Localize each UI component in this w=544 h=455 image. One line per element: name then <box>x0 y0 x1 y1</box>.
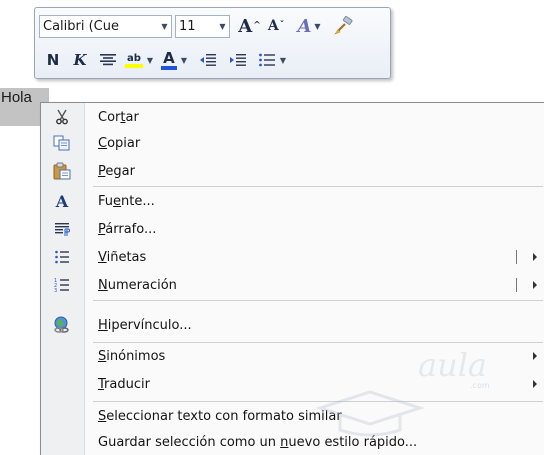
bold-button[interactable]: N <box>39 48 67 72</box>
menu-item-cut[interactable]: Cortar <box>41 104 544 130</box>
chevron-down-icon[interactable]: ▼ <box>280 56 286 65</box>
mini-toolbar-row-1: Calibri (Cue ▼ 11 ▼ A ^ Aˇ A ▼ <box>39 12 359 40</box>
menu-item-paragraph[interactable]: Párrafo... <box>41 216 544 242</box>
chevron-down-icon[interactable]: ▼ <box>216 16 229 37</box>
menu-item-label: Seleccionar texto con formato similar <box>98 408 342 424</box>
format-painter-button[interactable] <box>329 14 359 38</box>
decrease-indent-button[interactable] <box>193 48 223 72</box>
submenu-arrow-icon[interactable] <box>533 281 537 289</box>
menu-item-paste[interactable]: Pegar <box>41 158 544 184</box>
font-color-button[interactable]: A ▼ <box>155 48 193 72</box>
split-divider <box>516 278 517 292</box>
copy-icon <box>47 132 77 154</box>
highlight-button[interactable]: ab ▼ <box>123 48 155 72</box>
menu-item-label: Párrafo... <box>98 221 157 237</box>
styles-icon: A <box>297 15 312 37</box>
font-color-label: A <box>163 48 175 67</box>
paragraph-icon <box>47 218 77 240</box>
increase-indent-button[interactable] <box>223 48 253 72</box>
bullets-icon <box>47 246 77 268</box>
chevron-down-icon[interactable]: ▼ <box>314 21 320 31</box>
menu-item-label: Hipervínculo... <box>98 317 192 333</box>
paste-icon <box>47 160 77 182</box>
menu-separator <box>93 401 543 402</box>
grow-font-button[interactable]: A ^ <box>236 14 263 38</box>
menu-item-save-quick-style[interactable]: Guardar selección como un nuevo estilo r… <box>41 429 544 455</box>
chevron-down-icon[interactable]: ▼ <box>181 56 187 65</box>
font-name-combobox[interactable]: Calibri (Cue ▼ <box>39 14 172 38</box>
styles-button[interactable]: A ▼ <box>289 14 329 38</box>
caret-down-icon: ˇ <box>279 21 285 31</box>
menu-separator <box>93 186 543 187</box>
highlight-icon: ab <box>124 52 143 68</box>
font-size-combobox[interactable]: 11 ▼ <box>175 14 230 38</box>
increase-indent-icon <box>230 54 246 66</box>
menu-item-label: Pegar <box>98 163 135 179</box>
center-align-button[interactable] <box>93 48 123 72</box>
menu-item-label: Fuente... <box>98 193 155 209</box>
bold-label: N <box>46 51 60 69</box>
bullets-button[interactable]: ▼ <box>253 48 291 72</box>
chevron-down-icon[interactable]: ▼ <box>147 56 153 65</box>
decrease-indent-icon <box>200 54 216 66</box>
highlight-label: ab <box>126 52 141 64</box>
font-icon: A <box>55 191 69 211</box>
font-size-value: 11 <box>179 18 196 34</box>
font-color-bar <box>160 65 177 70</box>
menu-item-label: Viñetas <box>98 249 147 265</box>
grow-font-icon: A <box>238 15 253 37</box>
font-name-value: Calibri (Cue <box>43 18 119 34</box>
bullets-icon <box>259 53 275 67</box>
menu-item-font[interactable]: A Fuente... <box>41 188 544 214</box>
menu-item-select-similar-formatting[interactable]: Seleccionar texto con formato similar <box>41 403 544 429</box>
menu-item-label: Numeración <box>98 277 177 293</box>
hyperlink-icon <box>47 314 77 336</box>
format-painter-icon <box>334 16 353 35</box>
menu-item-translate[interactable]: Traducir <box>41 371 544 397</box>
submenu-arrow-icon[interactable] <box>533 253 537 261</box>
split-divider <box>516 250 517 264</box>
shrink-font-icon: A <box>267 18 279 34</box>
menu-item-label: Sinónimos <box>98 348 166 364</box>
font-color-icon: A <box>160 48 177 70</box>
mini-toolbar: Calibri (Cue ▼ 11 ▼ A ^ Aˇ A ▼ N K ab ▼ … <box>34 7 391 79</box>
menu-item-bullets[interactable]: Viñetas <box>41 244 544 270</box>
italic-button[interactable]: K <box>67 48 93 72</box>
menu-item-label: Copiar <box>98 135 141 151</box>
chevron-down-icon[interactable]: ▼ <box>158 16 171 37</box>
menu-item-label: Guardar selección como un nuevo estilo r… <box>98 434 418 450</box>
align-center-icon <box>100 54 116 66</box>
submenu-arrow-icon[interactable] <box>533 380 537 388</box>
caret-up-icon: ^ <box>253 21 261 31</box>
menu-item-numbering[interactable]: 1 2 3 Numeración <box>41 272 544 298</box>
context-menu: Cortar Copiar Pegar A Fuente... Párrafo.… <box>40 102 544 455</box>
italic-label: K <box>73 51 87 69</box>
menu-separator <box>93 300 543 301</box>
menu-item-synonyms[interactable]: Sinónimos <box>41 343 544 369</box>
numbering-icon: 1 2 3 <box>47 274 77 296</box>
watermark-domain: .com <box>470 381 490 390</box>
highlight-color-bar <box>124 63 143 68</box>
scissors-icon <box>47 106 77 128</box>
mini-toolbar-row-2: N K ab ▼ A ▼ ▼ <box>39 46 291 74</box>
menu-item-label: Cortar <box>98 109 139 125</box>
menu-item-label: Traducir <box>98 376 150 392</box>
submenu-arrow-icon[interactable] <box>533 352 537 360</box>
menu-item-copy[interactable]: Copiar <box>41 130 544 156</box>
shrink-font-button[interactable]: Aˇ <box>263 14 289 38</box>
svg-text:3: 3 <box>54 288 57 293</box>
menu-item-hyperlink[interactable]: Hipervínculo... <box>41 312 544 338</box>
